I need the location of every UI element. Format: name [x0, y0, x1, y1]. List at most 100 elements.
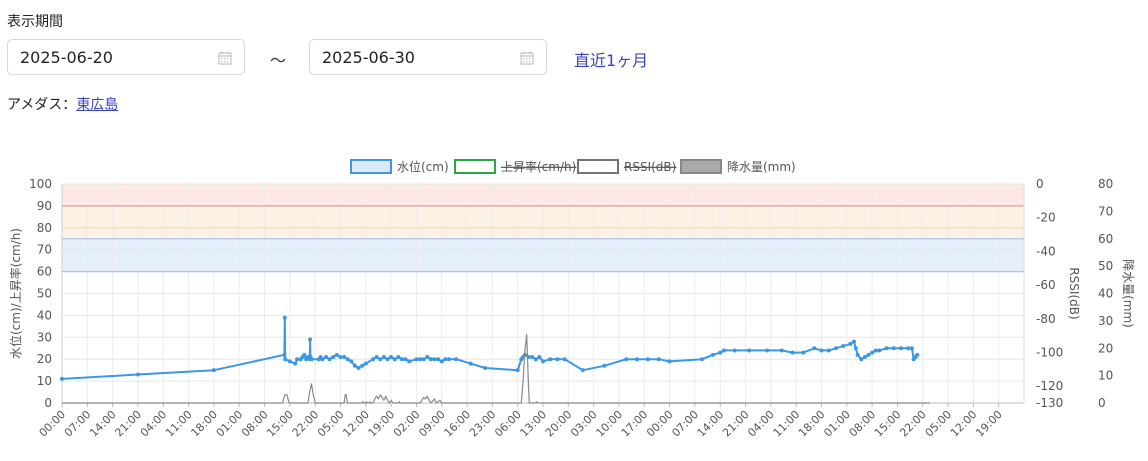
x-tick-label: 01:00 [214, 408, 246, 440]
start-date-value: 2025-06-20 [20, 48, 113, 67]
water-level-point [852, 339, 857, 344]
y-rain-tick-label: 20 [1098, 341, 1113, 355]
x-tick-label: 18:00 [188, 408, 220, 440]
x-tick-label: 15:00 [872, 408, 904, 440]
water-level-point [537, 355, 542, 360]
water-level-point [645, 357, 650, 362]
y-left-tick-label: 70 [37, 243, 52, 257]
water-level-point [421, 357, 426, 362]
water-level-series-line [61, 316, 919, 380]
water-level-point [287, 359, 292, 364]
y-left-tick-label: 50 [37, 287, 52, 301]
water-level-point [381, 355, 386, 360]
x-tick-label: 09:00 [416, 408, 448, 440]
y-rain-axis-title: 降水量(mm) [1121, 259, 1135, 328]
x-tick-label: 22:00 [290, 408, 322, 440]
water-level-point [732, 348, 737, 353]
water-level-point [331, 355, 336, 360]
water-level-point [853, 346, 858, 351]
water-level-point [345, 357, 350, 362]
water-level-point [812, 346, 817, 351]
y-rain-tick-label: 30 [1098, 314, 1113, 328]
y-left-tick-label: 40 [37, 308, 52, 322]
water-level-point [392, 357, 397, 362]
x-tick-label: 12:00 [948, 408, 980, 440]
water-level-point [656, 357, 661, 362]
calendar-icon[interactable] [520, 50, 534, 69]
water-level-point [602, 363, 607, 368]
x-tick-label: 18:00 [796, 408, 828, 440]
water-level-point [389, 355, 394, 360]
y-rssi-tick-label: -60 [1036, 278, 1056, 292]
x-tick-label: 14:00 [87, 408, 119, 440]
water-level-point [555, 357, 560, 362]
water-level-point [334, 352, 339, 357]
water-level-point [374, 355, 379, 360]
water-level-point [293, 361, 298, 366]
x-tick-label: 04:00 [745, 408, 777, 440]
x-tick-label: 07:00 [62, 408, 94, 440]
water-level-point [302, 352, 307, 357]
water-level-point [848, 341, 853, 346]
x-tick-label: 07:00 [669, 408, 701, 440]
water-level-point [414, 357, 419, 362]
x-tick-label: 11:00 [771, 408, 803, 440]
y-rain-tick-label: 80 [1098, 177, 1113, 191]
water-level-point [385, 357, 390, 362]
water-level-point [819, 348, 824, 353]
y-left-tick-label: 90 [37, 199, 52, 213]
water-level-point [308, 337, 313, 342]
water-level-point [899, 346, 904, 351]
water-level-point [468, 361, 473, 366]
water-level-point [428, 357, 433, 362]
start-date-input[interactable]: 2025-06-20 [7, 39, 245, 75]
water-level-point [548, 357, 553, 362]
y-rssi-tick-label: -100 [1036, 345, 1063, 359]
y-rain-tick-label: 0 [1098, 396, 1106, 410]
water-level-point [283, 357, 288, 362]
legend-swatch [680, 159, 722, 174]
y-rssi-tick-label: -120 [1036, 379, 1063, 393]
amedas-row: アメダス：東広島 [7, 94, 118, 114]
end-date-input[interactable]: 2025-06-30 [309, 39, 547, 75]
water-level-point [342, 355, 347, 360]
water-level-point [320, 357, 325, 362]
water-level-point [407, 359, 412, 364]
water-level-point [436, 357, 441, 362]
y-rssi-tick-label: -80 [1036, 312, 1056, 326]
water-level-point [877, 348, 882, 353]
water-level-point [432, 357, 437, 362]
water-level-point [710, 352, 715, 357]
water-level-point [915, 352, 920, 357]
water-level-point [765, 348, 770, 353]
calendar-icon[interactable] [218, 50, 232, 69]
x-tick-label: 00:00 [37, 408, 69, 440]
x-tick-label: 19:00 [973, 408, 1005, 440]
x-tick-label: 16:00 [442, 408, 474, 440]
y-rain-tick-label: 70 [1098, 204, 1113, 218]
recent-month-link[interactable]: 直近1ヶ月 [574, 47, 648, 71]
water-level-point [338, 355, 343, 360]
x-tick-label: 14:00 [695, 408, 727, 440]
water-level-point [909, 346, 914, 351]
y-rssi-tick-label: 0 [1036, 177, 1044, 191]
x-tick-label: 02:00 [391, 408, 423, 440]
x-tick-label: 03:00 [568, 408, 600, 440]
water-level-point [327, 357, 332, 362]
water-level-point [870, 350, 875, 355]
y-rssi-tick-label: -20 [1036, 211, 1056, 225]
water-level-point [515, 368, 520, 373]
end-date-value: 2025-06-30 [322, 48, 415, 67]
y-rssi-axis-title: RSSI(dB) [1067, 267, 1081, 319]
water-level-point [541, 359, 545, 364]
x-tick-label: 05:00 [923, 408, 955, 440]
x-tick-label: 21:00 [720, 408, 752, 440]
amedas-station-link[interactable]: 東広島 [76, 97, 118, 113]
y-left-tick-label: 0 [44, 396, 52, 410]
water-level-point [667, 359, 672, 364]
water-level-point [418, 357, 423, 362]
water-level-point [906, 346, 911, 351]
water-level-point [363, 361, 368, 366]
legend-swatch [577, 159, 619, 174]
water-level-point [396, 355, 401, 360]
